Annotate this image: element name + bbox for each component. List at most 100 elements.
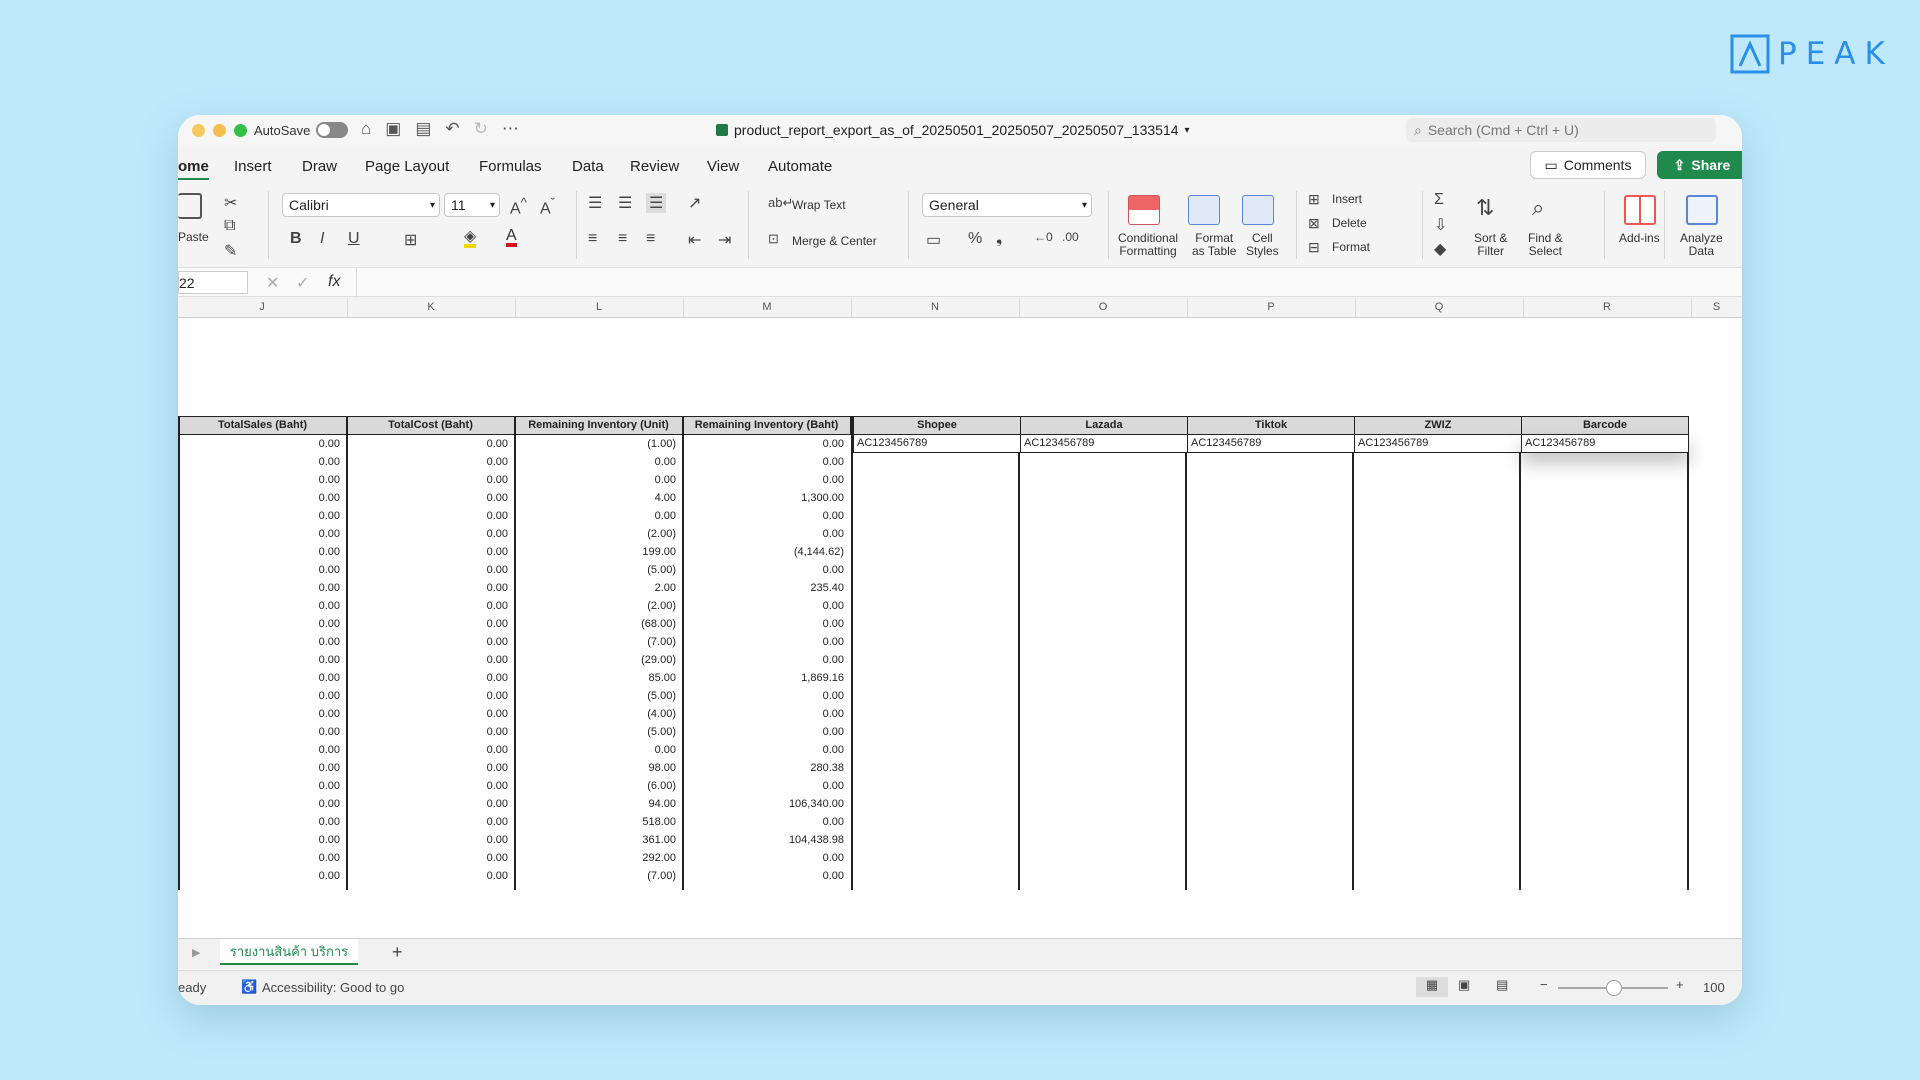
table-cell[interactable]: 0.00 (374, 870, 508, 882)
column-header-l[interactable]: L (515, 301, 683, 313)
table-cell[interactable]: 0.00 (542, 474, 676, 486)
zoom-window-button[interactable] (234, 124, 247, 137)
number-format-select[interactable]: General ▾ (922, 193, 1092, 217)
table-cell[interactable]: 0.00 (710, 780, 844, 792)
table-cell[interactable]: 0.00 (206, 852, 340, 864)
table-cell[interactable]: 0.00 (206, 762, 340, 774)
table-cell[interactable]: 361.00 (542, 834, 676, 846)
table-cell[interactable]: 2.00 (542, 582, 676, 594)
insert-button[interactable]: Insert (1332, 193, 1362, 206)
table-cell[interactable]: (7.00) (542, 636, 676, 648)
zoom-in-icon[interactable]: + (1676, 977, 1684, 992)
table-cell[interactable]: 0.00 (206, 744, 340, 756)
table-cell[interactable]: (2.00) (542, 600, 676, 612)
table-cell[interactable]: 0.00 (206, 438, 340, 450)
table-cell[interactable]: 0.00 (206, 456, 340, 468)
font-color-icon[interactable]: A (506, 228, 517, 247)
tab-view[interactable]: View (707, 158, 739, 175)
table-cell[interactable]: 0.00 (542, 510, 676, 522)
table-cell[interactable]: 0.00 (710, 474, 844, 486)
table-cell[interactable]: 0.00 (710, 618, 844, 630)
zoom-level[interactable]: 100 (1703, 980, 1725, 995)
table-cell[interactable]: 0.00 (206, 726, 340, 738)
zoom-slider[interactable] (1558, 980, 1668, 996)
redo-icon[interactable]: ↻ (474, 119, 488, 139)
table-cell[interactable]: 0.00 (374, 636, 508, 648)
table-cell[interactable]: (4.00) (542, 708, 676, 720)
table-cell[interactable]: 0.00 (206, 690, 340, 702)
table-cell[interactable]: 0.00 (206, 492, 340, 504)
format-cells-icon[interactable]: ⊟ (1308, 239, 1320, 256)
accounting-icon[interactable]: ▭ (926, 230, 941, 250)
table-cell[interactable]: 0.00 (206, 780, 340, 792)
table-cell[interactable]: 0.00 (206, 600, 340, 612)
zoom-out-icon[interactable]: − (1540, 977, 1548, 992)
table-cell[interactable]: 0.00 (374, 528, 508, 540)
table-cell[interactable]: 0.00 (206, 474, 340, 486)
table-cell[interactable]: 0.00 (374, 780, 508, 792)
table-cell[interactable]: 104,438.98 (710, 834, 844, 846)
name-box[interactable]: 22 (178, 271, 248, 294)
table-cell[interactable]: 0.00 (374, 690, 508, 702)
cut-icon[interactable]: ✂ (224, 193, 237, 213)
table-cell[interactable]: 0.00 (206, 564, 340, 576)
decrease-decimal-icon[interactable]: .00 (1062, 230, 1079, 244)
column-header-j[interactable]: J (178, 301, 346, 313)
autosum-icon[interactable]: Σ (1434, 191, 1444, 209)
save-icon[interactable]: ▣ (385, 119, 401, 139)
increase-decimal-icon[interactable]: ←0 (1034, 230, 1053, 244)
table-cell[interactable]: 0.00 (374, 564, 508, 576)
bold-icon[interactable]: B (290, 230, 302, 248)
delete-cells-icon[interactable]: ⊠ (1308, 215, 1320, 232)
share-button[interactable]: ⇪ Share (1657, 151, 1742, 179)
sort-filter-icon[interactable]: ⇅ (1476, 195, 1494, 221)
column-header-n[interactable]: N (851, 301, 1019, 313)
table-cell[interactable]: (5.00) (542, 690, 676, 702)
table-cell[interactable]: 0.00 (206, 672, 340, 684)
cell-styles-button[interactable]: Cell Styles (1246, 232, 1279, 258)
align-right-icon[interactable]: ≡ (646, 230, 655, 248)
cell-styles-icon[interactable] (1242, 195, 1274, 225)
analyze-data-button[interactable]: Analyze Data (1680, 232, 1723, 258)
table-cell[interactable]: (2.00) (542, 528, 676, 540)
copy-icon[interactable]: ⧉ (224, 217, 235, 235)
table-cell[interactable]: (1.00) (542, 438, 676, 450)
table-cell[interactable]: (29.00) (542, 654, 676, 666)
table-cell[interactable]: 518.00 (542, 816, 676, 828)
sort-filter-button[interactable]: Sort & Filter (1474, 232, 1507, 258)
tab-page-layout[interactable]: Page Layout (365, 158, 449, 175)
table-cell[interactable]: 106,340.00 (710, 798, 844, 810)
increase-indent-icon[interactable]: ⇥ (718, 230, 731, 250)
format-as-table-icon[interactable] (1188, 195, 1220, 225)
wrap-text-button[interactable]: Wrap Text (792, 199, 846, 212)
column-header-o[interactable]: O (1019, 301, 1187, 313)
table-cell[interactable]: 0.00 (206, 798, 340, 810)
document-title[interactable]: product_report_export_as_of_20250501_202… (716, 122, 1190, 138)
table-cell[interactable]: 199.00 (542, 546, 676, 558)
confirm-icon[interactable]: ✓ (296, 273, 309, 293)
table-cell[interactable]: 0.00 (374, 726, 508, 738)
table-cell[interactable]: 0.00 (374, 654, 508, 666)
insert-cells-icon[interactable]: ⊞ (1308, 191, 1320, 208)
barcode-sku[interactable]: AC123456789 (1521, 434, 1689, 453)
conditional-formatting-button[interactable]: Conditional Formatting (1118, 232, 1178, 258)
table-cell[interactable]: 292.00 (542, 852, 676, 864)
table-cell[interactable]: (5.00) (542, 726, 676, 738)
table-cell[interactable]: 0.00 (206, 816, 340, 828)
table-cell[interactable]: 0.00 (206, 618, 340, 630)
table-cell[interactable]: 1,869.16 (710, 672, 844, 684)
table-cell[interactable]: 0.00 (710, 600, 844, 612)
table-cell[interactable]: 0.00 (374, 600, 508, 612)
table-cell[interactable]: 0.00 (542, 744, 676, 756)
scroll-sheets-icon[interactable]: ▶ (192, 946, 200, 959)
wrap-text-icon[interactable]: ab↵ (768, 195, 793, 211)
function-icon[interactable]: fx (328, 273, 340, 291)
search-input[interactable]: ⌕ Search (Cmd + Ctrl + U) (1406, 118, 1716, 142)
table-cell[interactable]: (5.00) (542, 564, 676, 576)
more-icon[interactable]: ⋯ (502, 119, 519, 139)
orientation-icon[interactable]: ↗ (688, 193, 701, 213)
table-cell[interactable]: 0.00 (710, 654, 844, 666)
format-as-table-button[interactable]: Format as Table (1192, 232, 1236, 258)
sheet-tab-product-report[interactable]: รายงานสินค้า บริการ (220, 939, 358, 965)
find-select-icon[interactable]: ⌕ (1532, 195, 1544, 221)
